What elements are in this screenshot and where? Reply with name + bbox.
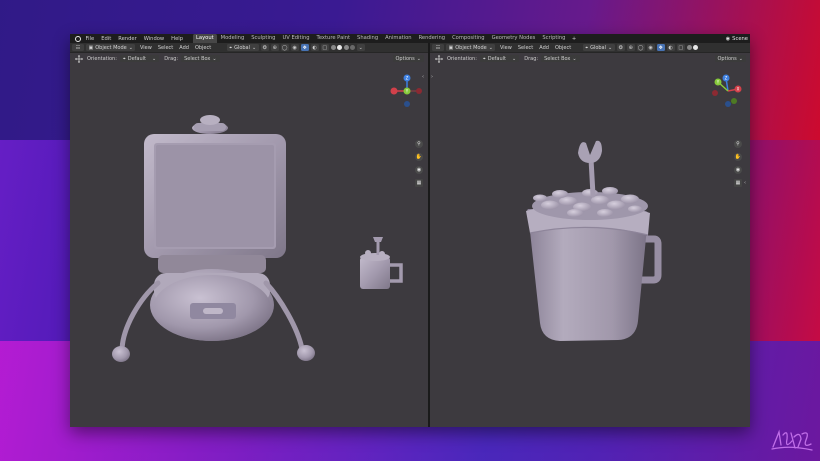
small-mug-model[interactable] <box>360 237 403 289</box>
menu-edit[interactable]: Edit <box>98 36 115 42</box>
gizmo-x-axis <box>390 87 398 95</box>
tab-animation[interactable]: Animation <box>382 34 415 43</box>
gizmo-neg-x-axis <box>416 88 422 94</box>
blender-window: File Edit Render Window Help Layout Mode… <box>70 34 750 427</box>
sidebar-toggle-arrow[interactable]: ‹ <box>744 180 746 186</box>
tab-compositing[interactable]: Compositing <box>449 34 489 43</box>
hand-icon[interactable]: ✋ <box>415 153 423 161</box>
robot-tv-model[interactable] <box>112 115 315 362</box>
scene-right <box>526 140 662 341</box>
gizmo-z-label: Z <box>725 76 728 81</box>
tab-layout[interactable]: Layout <box>192 34 218 43</box>
navigation-gizmo-right[interactable]: Z X Y <box>710 71 746 111</box>
menu-window[interactable]: Window <box>140 36 167 42</box>
tab-geometry-nodes[interactable]: Geometry Nodes <box>488 34 539 43</box>
region-toggle-right-arrow[interactable]: › <box>431 74 433 80</box>
grid-icon[interactable]: ▦ <box>734 179 742 187</box>
camera-icon[interactable]: ◉ <box>734 166 742 174</box>
gizmo-y-label: Y <box>716 80 720 85</box>
coin-mug-model[interactable] <box>526 140 662 341</box>
gizmo-z-label: Z <box>406 76 409 81</box>
menu-render[interactable]: Render <box>115 36 140 42</box>
region-toggle-left-arrow[interactable]: ‹ <box>422 74 424 80</box>
viewport-right[interactable]: ☷ ▣ Object Mode ⌄ View Select Add Object ⌖… <box>430 43 750 427</box>
scene-selector[interactable]: Scene <box>732 36 748 42</box>
tab-rendering[interactable]: Rendering <box>415 34 449 43</box>
camera-icon[interactable]: ◉ <box>415 166 423 174</box>
viewport-left[interactable]: ☷ ▣ Object Mode ⌄ View Select Add Object ⌖… <box>70 43 428 427</box>
grid-icon[interactable]: ▦ <box>415 179 423 187</box>
gizmo-neg-y-axis <box>731 98 737 104</box>
tab-sculpting[interactable]: Sculpting <box>248 34 279 43</box>
gizmo-neg-z-axis <box>725 101 731 107</box>
top-menu-bar: File Edit Render Window Help Layout Mode… <box>70 34 750 43</box>
gizmo-neg-z-axis <box>404 101 410 107</box>
tab-shading[interactable]: Shading <box>354 34 382 43</box>
gizmo-y-label: Y <box>405 89 409 94</box>
menu-file[interactable]: File <box>82 36 98 42</box>
tab-modeling[interactable]: Modeling <box>217 34 248 43</box>
tab-uv-editing[interactable]: UV Editing <box>279 34 313 43</box>
artist-signature-mark <box>771 429 813 451</box>
blender-logo-icon[interactable] <box>73 34 82 43</box>
add-workspace-button[interactable]: + <box>569 36 579 42</box>
magnifier-icon[interactable]: ⚲ <box>415 140 423 148</box>
tab-texture-paint[interactable]: Texture Paint <box>313 34 353 43</box>
menu-help[interactable]: Help <box>168 36 187 42</box>
gizmo-neg-x-axis <box>712 90 718 96</box>
scene-left <box>112 115 403 362</box>
magnifier-icon[interactable]: ⚲ <box>734 140 742 148</box>
scene-icon[interactable]: ◉ <box>726 36 730 42</box>
tab-scripting[interactable]: Scripting <box>539 34 569 43</box>
navigation-gizmo-left[interactable]: Z Y <box>390 71 426 111</box>
gizmo-x-label: X <box>737 87 740 92</box>
hand-icon[interactable]: ✋ <box>734 153 742 161</box>
